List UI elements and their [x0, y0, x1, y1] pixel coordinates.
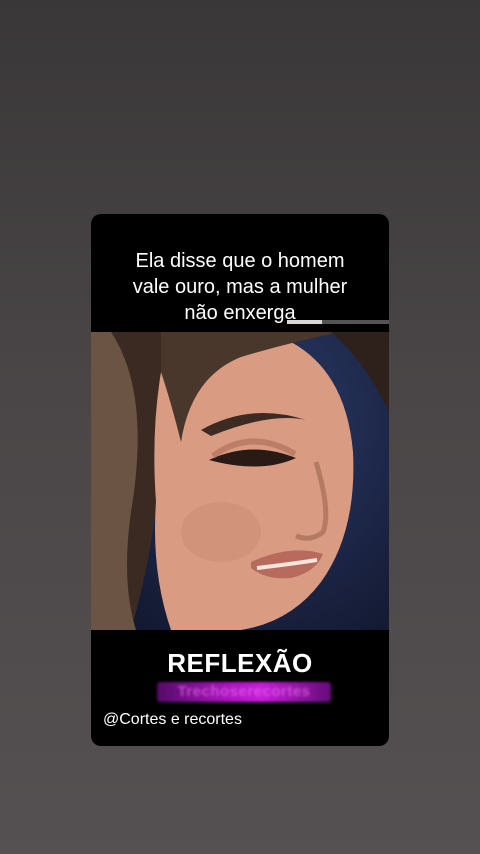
face-illustration — [91, 332, 389, 630]
caption-line: vale ouro, mas a mulher — [132, 276, 348, 298]
video-card[interactable]: Ela disse que o homem vale ouro, mas a m… — [91, 214, 389, 746]
progress-bar[interactable] — [287, 320, 389, 324]
channel-handle[interactable]: @Cortes e recortes — [103, 711, 242, 729]
video-title: REFLEXÃO — [167, 648, 313, 678]
progress-fill — [287, 320, 322, 324]
watermark: Trechoserecortes — [157, 682, 331, 702]
video-caption: Ela disse que o homem vale ouro, mas a m… — [91, 248, 389, 326]
video-frame[interactable] — [91, 332, 389, 630]
watermark-text: Trechoserecortes — [177, 683, 311, 700]
caption-line: Ela disse que o homem — [135, 250, 345, 272]
